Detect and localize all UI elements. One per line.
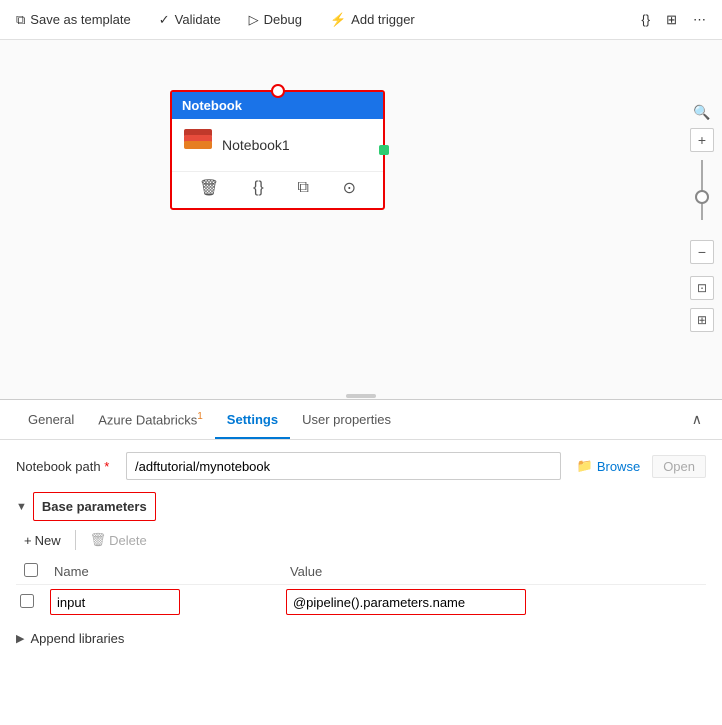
col-value: Value [282,559,706,585]
zoom-fit-button[interactable]: ⊡ [690,276,714,300]
zoom-panel: 🔍 + − ⊡ ⊞ [690,100,714,332]
notebook-path-input[interactable] [126,452,561,480]
copy-node-icon[interactable]: ⧉ [293,177,312,199]
properties-panel: General Azure Databricks1 Settings User … [0,400,722,658]
base-parameters-header: ▼ Base parameters [16,492,706,521]
plus-icon: + [24,533,32,548]
trash-icon: 🗑 [90,532,107,548]
notebook-path-label: Notebook path * [16,459,126,474]
toolbar: ⧉ Save as template ✓ Validate ▷ Debug ⚡ … [0,0,722,40]
add-trigger-button[interactable]: ⚡ Add trigger [326,10,419,30]
props-content: Notebook path * 📁 Browse Open ▼ Base par… [0,440,722,658]
validate-button[interactable]: ✓ Validate [155,10,225,30]
save-template-label: Save as template [30,12,130,27]
top-connector-circle [271,84,285,98]
more-options-icon: ⋯ [693,12,706,28]
notebook-path-row: Notebook path * 📁 Browse Open [16,452,706,480]
zoom-in-button[interactable]: + [690,128,714,152]
section-collapse-arrow[interactable]: ▼ [16,501,27,513]
save-template-icon: ⧉ [16,12,25,28]
append-collapse-arrow[interactable]: ▶ [16,632,24,645]
notebook-node-footer: 🗑 {} ⧉ ⊙ [172,171,383,208]
new-delete-row: + New 🗑 Delete [16,529,706,551]
zoom-slider[interactable] [701,156,703,236]
params-table: Name Value [16,559,706,619]
run-node-icon[interactable]: ⊙ [339,176,360,200]
delete-node-icon[interactable]: 🗑 [195,176,223,200]
notebook-stack-icon [182,129,214,161]
param-name-cell [46,585,282,620]
open-button[interactable]: Open [652,455,706,478]
connector-dot [379,145,389,155]
select-all-checkbox[interactable] [24,563,38,577]
param-value-input[interactable] [286,589,526,615]
notebook-node-name: Notebook1 [222,137,290,153]
row-checkbox-cell [16,585,46,620]
notebook-node-title: Notebook [182,98,242,113]
tab-user-properties[interactable]: User properties [290,402,403,439]
zoom-slider-thumb[interactable] [695,190,709,204]
debug-label: Debug [264,12,302,27]
browse-button[interactable]: 📁 Browse [569,455,649,477]
zoom-reset-button[interactable]: ⊞ [690,308,714,332]
code-view-button[interactable]: {} [637,10,654,29]
validate-label: Validate [175,12,221,27]
zoom-out-button[interactable]: − [690,240,714,264]
param-row [16,585,706,620]
btn-divider [75,530,76,550]
table-view-button[interactable]: ⊞ [662,10,681,30]
param-name-input[interactable] [50,589,180,615]
debug-icon: ▷ [249,12,259,28]
more-options-button[interactable]: ⋯ [689,10,710,30]
azure-databricks-badge: 1 [197,411,203,422]
base-parameters-label: Base parameters [33,492,156,521]
col-name: Name [46,559,282,585]
tab-azure-databricks[interactable]: Azure Databricks1 [86,401,215,439]
table-view-icon: ⊞ [666,12,677,28]
props-tabs: General Azure Databricks1 Settings User … [0,400,722,440]
add-trigger-icon: ⚡ [330,12,346,28]
debug-button[interactable]: ▷ Debug [245,10,306,30]
new-param-button[interactable]: + New [16,530,69,551]
code-node-icon[interactable]: {} [249,177,268,199]
code-view-icon: {} [641,12,650,27]
notebook-node-body: Notebook1 [172,119,383,171]
append-libraries-section: ▶ Append libraries [16,631,706,646]
canvas-area: Notebook Notebook1 🗑 {} ⧉ ⊙ 🔍 + − ⊡ [0,40,722,400]
base-parameters-section: ▼ Base parameters + New 🗑 Delete [16,492,706,619]
param-row-checkbox[interactable] [20,594,34,608]
append-libraries-label: Append libraries [30,631,124,646]
collapse-panel-button[interactable]: ∧ [688,407,706,432]
tab-general[interactable]: General [16,402,86,439]
tab-settings[interactable]: Settings [215,402,290,439]
save-template-button[interactable]: ⧉ Save as template [12,10,135,30]
add-trigger-label: Add trigger [351,12,415,27]
notebook-node[interactable]: Notebook Notebook1 🗑 {} ⧉ ⊙ [170,90,385,210]
col-checkbox [16,559,46,585]
canvas-search-button[interactable]: 🔍 [690,100,714,124]
required-indicator: * [104,459,109,474]
delete-param-button[interactable]: 🗑 Delete [82,529,155,551]
browse-icon: 📁 [577,458,593,474]
validate-icon: ✓ [159,12,170,28]
param-value-cell [282,585,706,620]
resize-handle[interactable] [341,393,381,399]
